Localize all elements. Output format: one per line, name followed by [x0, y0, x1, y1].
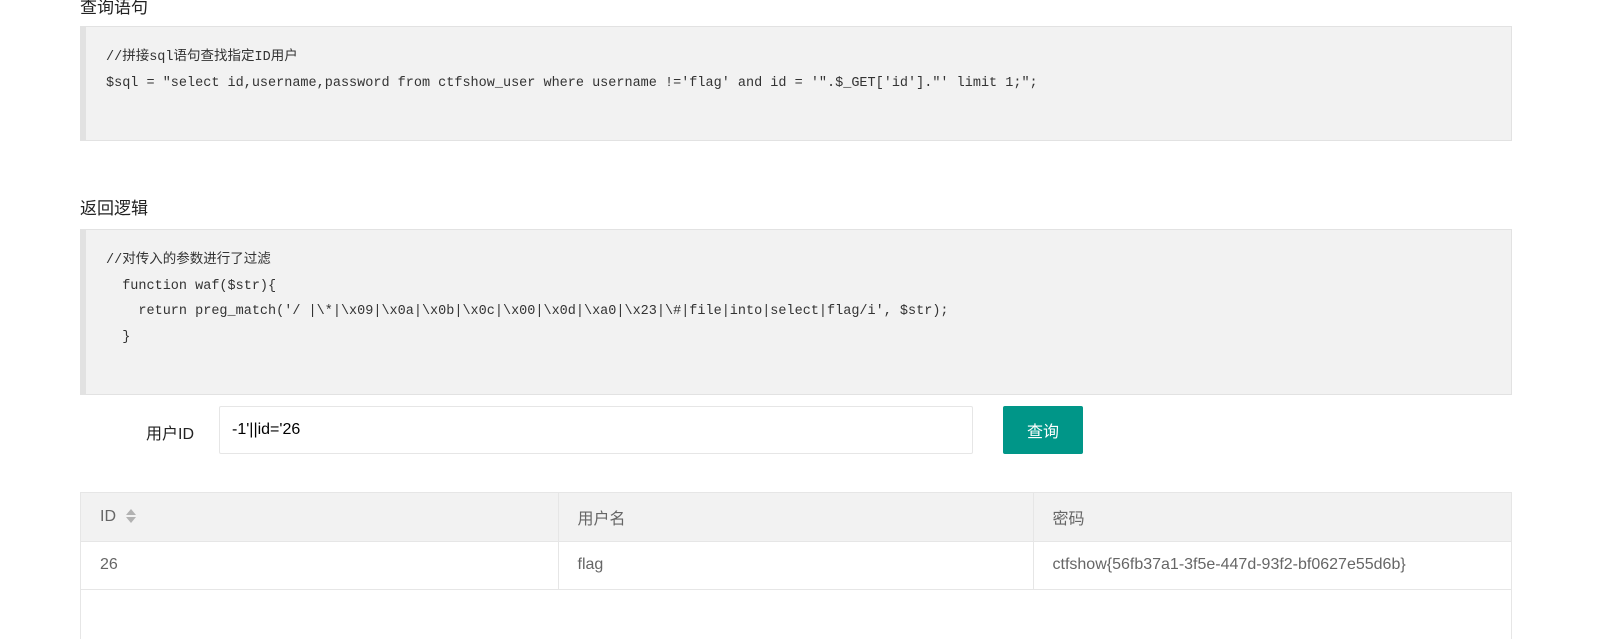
cell-username: flag	[558, 541, 1034, 590]
logic-section-title: 返回逻辑	[80, 199, 148, 218]
code-line: $sql = "select id,username,password from…	[106, 75, 1038, 91]
column-header-label: 密码	[1052, 510, 1085, 528]
code-comment: //对传入的参数进行了过滤	[106, 253, 271, 268]
query-form: 用户ID 查询	[0, 406, 1624, 456]
query-code-block: //拼接sql语句查找指定ID用户 $sql = "select id,user…	[80, 26, 1512, 141]
column-header-label: ID	[100, 507, 116, 525]
code-comment: //拼接sql语句查找指定ID用户	[106, 50, 298, 65]
table-header-row: ID 用户名 密码	[81, 493, 1511, 542]
column-header-id[interactable]: ID	[81, 493, 559, 542]
code-line: }	[106, 329, 131, 345]
column-header-label: 用户名	[577, 510, 626, 528]
cell-password: ctfshow{56fb37a1-3f5e-447d-93f2-bf0627e5…	[1033, 541, 1511, 590]
cell-id: 26	[81, 541, 559, 590]
logic-code-block: //对传入的参数进行了过滤 function waf($str){ return…	[80, 229, 1512, 395]
code-line: function waf($str){	[106, 278, 277, 294]
table-row: 26 flag ctfshow{56fb37a1-3f5e-447d-93f2-…	[81, 541, 1511, 590]
column-header-password: 密码	[1033, 493, 1511, 542]
page: 查询语句 //拼接sql语句查找指定ID用户 $sql = "select id…	[0, 0, 1624, 639]
query-button[interactable]: 查询	[1003, 406, 1083, 454]
query-section-title: 查询语句	[80, 0, 148, 17]
result-table-container: ID 用户名 密码 26 flag ctfshow{56fb37a1-3f5e-…	[80, 492, 1512, 639]
result-table: ID 用户名 密码 26 flag ctfshow{56fb37a1-3f5e-…	[81, 493, 1511, 590]
user-id-input[interactable]	[219, 406, 973, 454]
code-line: return preg_match('/ |\*|\x09|\x0a|\x0b|…	[106, 304, 949, 319]
user-id-label: 用户ID	[146, 426, 195, 443]
column-header-username: 用户名	[558, 493, 1034, 542]
sort-icon[interactable]	[126, 508, 136, 524]
